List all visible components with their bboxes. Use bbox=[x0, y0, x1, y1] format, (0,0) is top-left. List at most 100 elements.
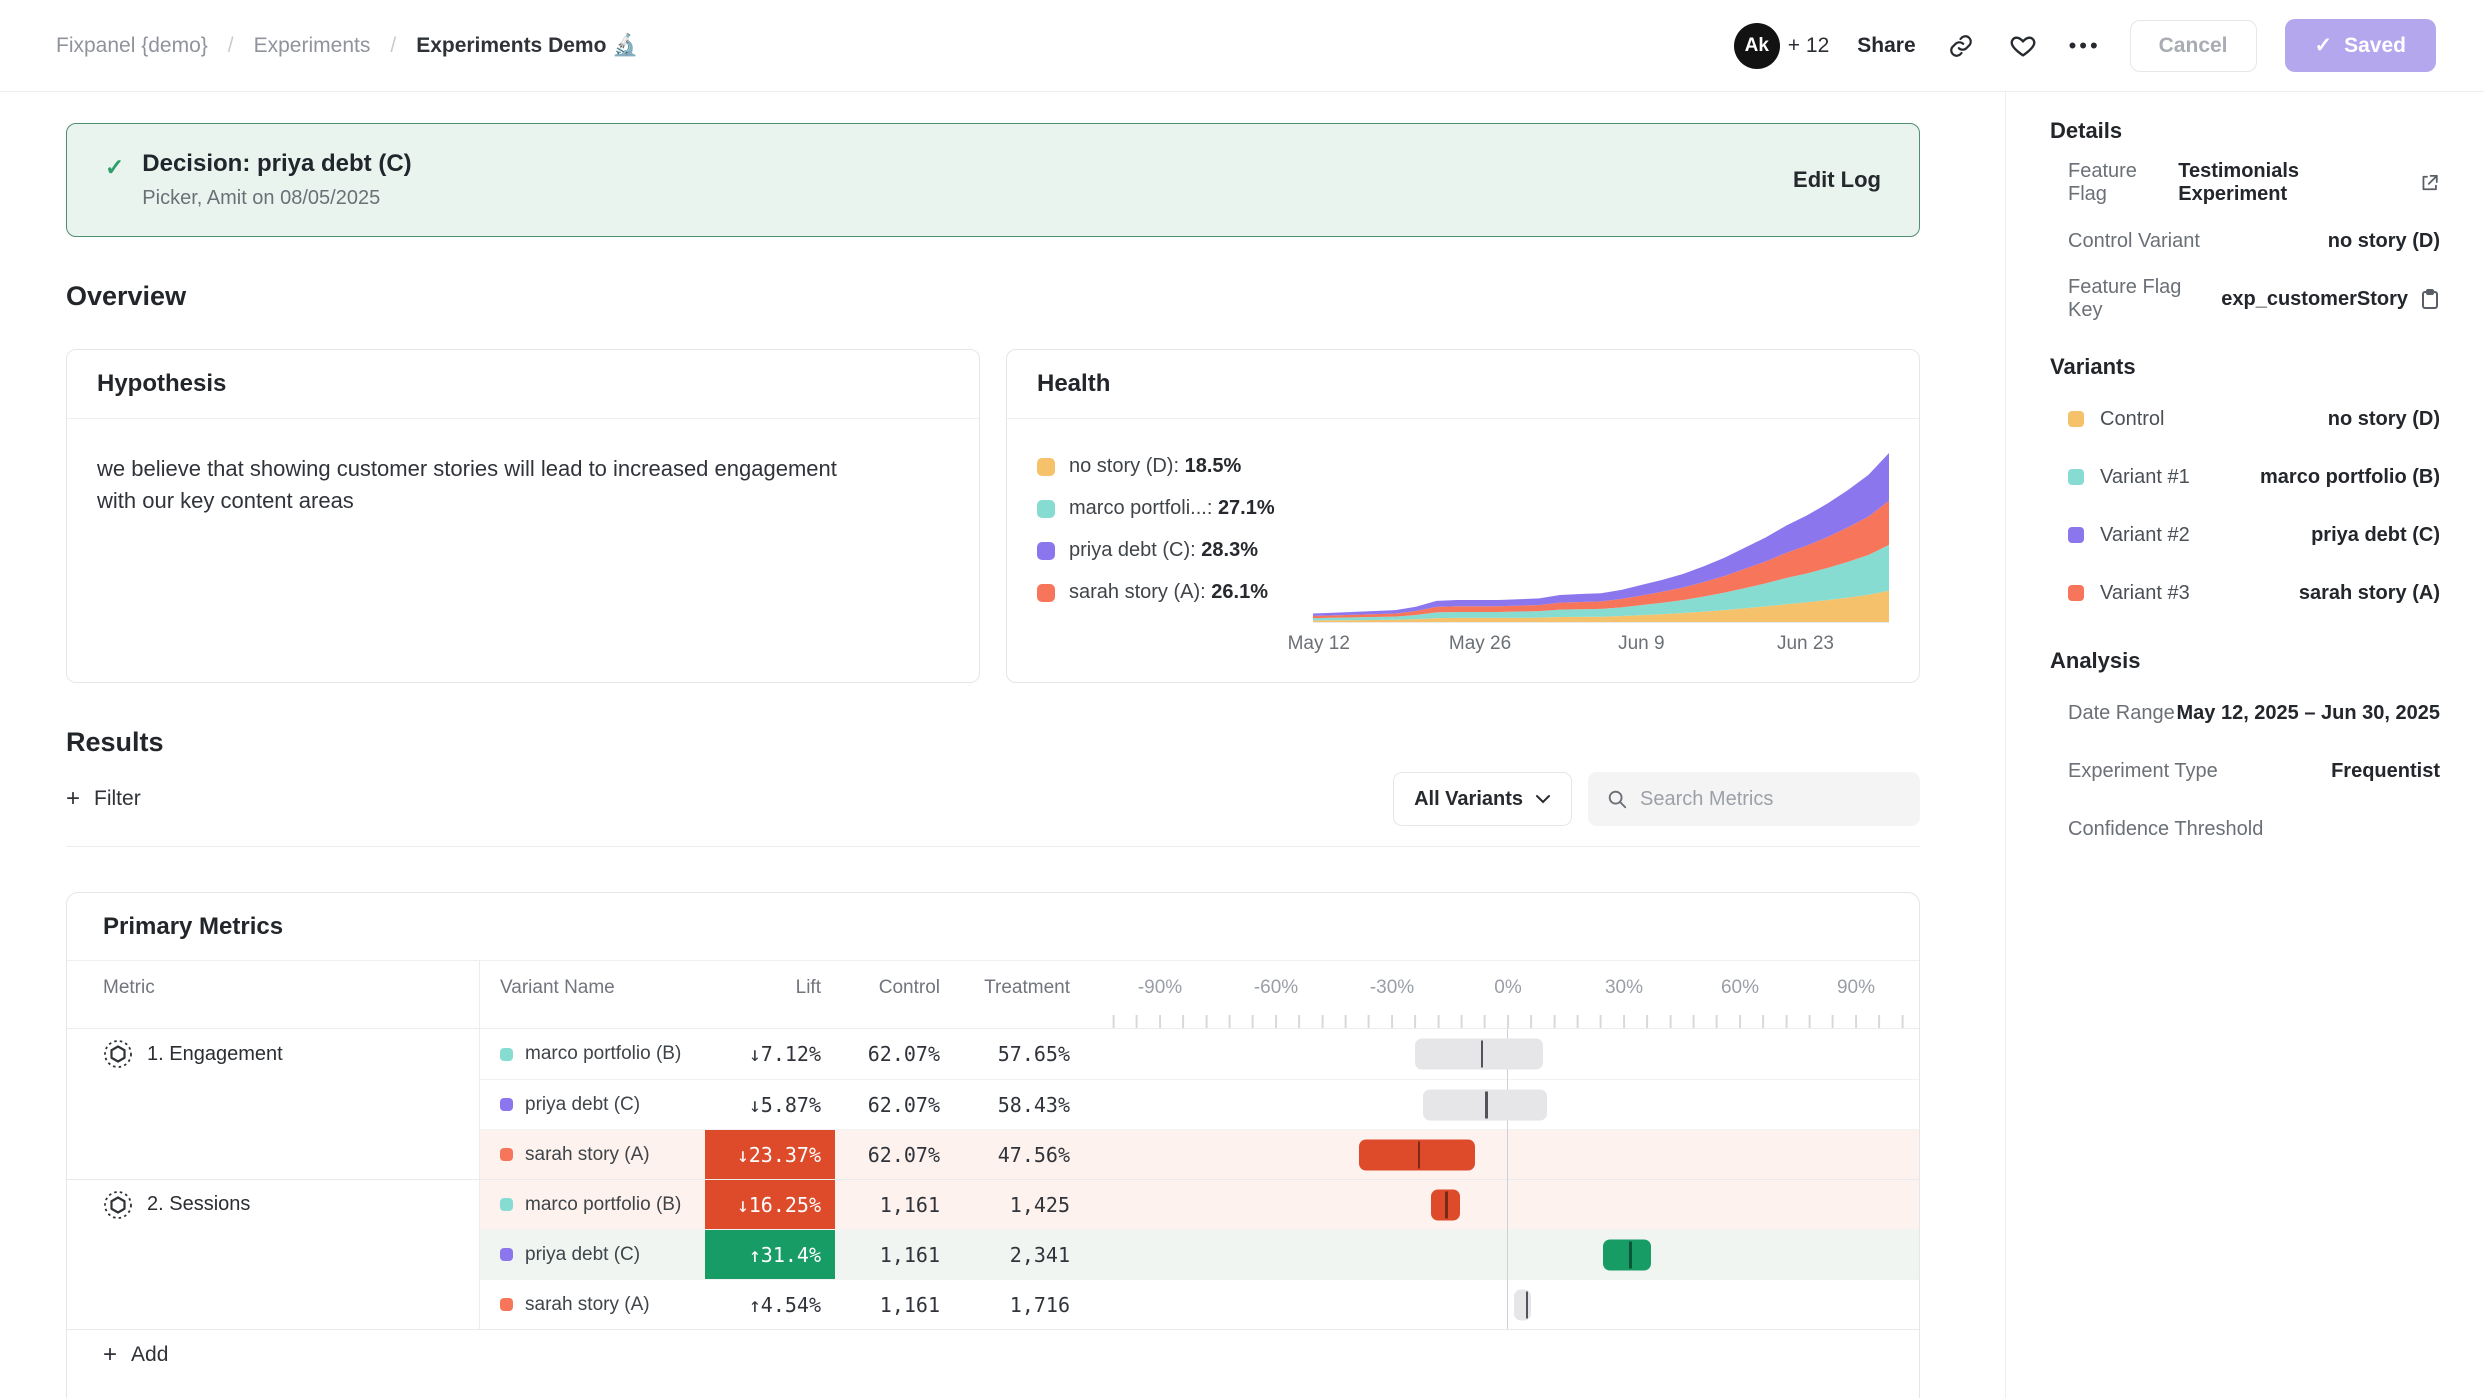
saved-button[interactable]: ✓ Saved bbox=[2285, 19, 2436, 72]
metrics-search[interactable] bbox=[1588, 772, 1920, 826]
legend-value: 27.1% bbox=[1218, 497, 1275, 519]
variant-cell: sarah story (A) bbox=[480, 1144, 705, 1166]
lift-value: ↑31.4% bbox=[705, 1230, 835, 1279]
axis-label: 30% bbox=[1605, 977, 1643, 999]
legend-label: marco portfoli...: 27.1% bbox=[1069, 497, 1275, 520]
top-bar: Fixpanel {demo} / Experiments / Experime… bbox=[0, 0, 2484, 92]
date-range-label: Date Range bbox=[2068, 702, 2175, 725]
external-link-icon[interactable] bbox=[2419, 172, 2440, 194]
feature-flag-key-label: Feature Flag Key bbox=[2068, 276, 2221, 322]
avatar[interactable]: Ak bbox=[1734, 23, 1780, 69]
decision-banner: ✓ Decision: priya debt (C) Picker, Amit … bbox=[66, 123, 1920, 237]
plus-icon: + bbox=[66, 785, 80, 813]
breadcrumb-experiments[interactable]: Experiments bbox=[254, 34, 371, 58]
variant-row-label: Variant #2 bbox=[2068, 524, 2190, 547]
health-title: Health bbox=[1037, 370, 1110, 398]
lift-point-marker bbox=[1418, 1141, 1421, 1168]
metric-cell bbox=[67, 1079, 479, 1129]
axis-label: -60% bbox=[1254, 977, 1298, 999]
hypothesis-card: Hypothesis we believe that showing custo… bbox=[66, 349, 980, 683]
feature-flag-row: Feature Flag Testimonials Experiment bbox=[2050, 154, 2440, 212]
metrics-table-body: 1. Engagement marco portfolio (B)↓7.12% 62… bbox=[67, 1029, 1919, 1329]
confidence-interval-cell bbox=[1108, 1130, 1919, 1179]
treatment-value: 2,341 bbox=[954, 1243, 1084, 1267]
primary-metrics-card: Primary Metrics Metric Variant Name Lift… bbox=[66, 892, 1920, 1398]
details-heading: Details bbox=[2050, 118, 2440, 144]
variant-row: Variant #2priya debt (C) bbox=[2050, 506, 2440, 564]
variant-name: priya debt (C) bbox=[525, 1244, 640, 1266]
variant-name: sarah story (A) bbox=[525, 1144, 650, 1166]
confidence-interval-bar bbox=[1514, 1289, 1531, 1320]
metric-table-row: sarah story (A)↓23.37%62.07%47.56% bbox=[67, 1129, 1919, 1179]
cancel-button[interactable]: Cancel bbox=[2130, 20, 2257, 72]
legend-swatch bbox=[1037, 500, 1055, 518]
metric-cell: 2. Sessions bbox=[67, 1180, 479, 1229]
control-value: 62.07% bbox=[835, 1143, 954, 1167]
variant-label: Variant #3 bbox=[2100, 582, 2190, 605]
filter-label: Filter bbox=[94, 787, 141, 811]
lift-value: ↓7.12% bbox=[705, 1029, 835, 1079]
health-x-axis: May 12May 26Jun 9Jun 23 bbox=[1313, 631, 1889, 665]
column-lift: Lift bbox=[705, 961, 835, 1028]
metric-name[interactable]: 2. Sessions bbox=[147, 1193, 250, 1216]
variant-color-swatch bbox=[2068, 469, 2084, 485]
legend-swatch bbox=[1037, 542, 1055, 560]
treatment-value: 57.65% bbox=[954, 1042, 1084, 1066]
variant-row: Variant #1marco portfolio (B) bbox=[2050, 448, 2440, 506]
breadcrumb-separator: / bbox=[228, 34, 234, 58]
collaborator-avatars[interactable]: Ak + 12 bbox=[1734, 23, 1829, 69]
add-metric-button[interactable]: + Add bbox=[67, 1329, 1919, 1379]
favorite-heart-icon[interactable] bbox=[2006, 29, 2040, 63]
metric-name[interactable]: 1. Engagement bbox=[147, 1043, 283, 1066]
feature-flag-link[interactable]: Testimonials Experiment bbox=[2178, 160, 2440, 206]
variant-color-dot bbox=[500, 1098, 513, 1111]
breadcrumb: Fixpanel {demo} / Experiments / Experime… bbox=[56, 34, 638, 58]
x-axis-tick-label: May 26 bbox=[1449, 633, 1511, 655]
variant-name: priya debt (C) bbox=[525, 1094, 640, 1116]
variant-label: Variant #2 bbox=[2100, 524, 2190, 547]
lift-value: ↓16.25% bbox=[705, 1180, 835, 1229]
saved-button-label: Saved bbox=[2344, 34, 2406, 58]
search-input[interactable] bbox=[1640, 788, 1890, 811]
feature-flag-key-row: Feature Flag Key exp_customerStory bbox=[2050, 270, 2440, 328]
copy-clipboard-icon[interactable] bbox=[2420, 288, 2440, 310]
details-sidebar: Details Feature Flag Testimonials Experi… bbox=[2005, 92, 2484, 1398]
copy-link-icon[interactable] bbox=[1944, 29, 1978, 63]
legend-item: sarah story (A): 26.1% bbox=[1037, 581, 1307, 604]
variants-dropdown[interactable]: All Variants bbox=[1393, 772, 1572, 826]
share-button[interactable]: Share bbox=[1857, 34, 1915, 58]
lift-point-marker bbox=[1485, 1091, 1488, 1118]
variants-dropdown-value: All Variants bbox=[1414, 788, 1523, 811]
date-range-value: May 12, 2025 – Jun 30, 2025 bbox=[2176, 702, 2440, 725]
variant-cell: sarah story (A) bbox=[480, 1294, 705, 1316]
confidence-threshold-row: Confidence Threshold bbox=[2050, 800, 2440, 858]
variant-label: Control bbox=[2100, 408, 2164, 431]
metric-table-row: 1. Engagementmarco portfolio (B)↓7.12%62… bbox=[67, 1029, 1919, 1079]
confidence-interval-cell bbox=[1108, 1180, 1919, 1229]
date-range-row: Date Range May 12, 2025 – Jun 30, 2025 bbox=[2050, 684, 2440, 742]
variant-cell: priya debt (C) bbox=[480, 1244, 705, 1266]
axis-label: -90% bbox=[1138, 977, 1182, 999]
confidence-interval-bar bbox=[1415, 1039, 1543, 1070]
edit-log-button[interactable]: Edit Log bbox=[1793, 167, 1881, 193]
column-variant-name: Variant Name bbox=[480, 961, 705, 1028]
variant-color-dot bbox=[500, 1198, 513, 1211]
legend-label: no story (D): 18.5% bbox=[1069, 455, 1241, 478]
plus-icon: + bbox=[103, 1341, 117, 1369]
feature-flag-label: Feature Flag bbox=[2068, 160, 2178, 206]
metric-cell bbox=[67, 1129, 479, 1179]
variant-color-dot bbox=[500, 1048, 513, 1061]
variant-row-label: Variant #3 bbox=[2068, 582, 2190, 605]
add-filter-button[interactable]: + Filter bbox=[66, 785, 141, 813]
variant-color-swatch bbox=[2068, 585, 2084, 601]
more-options-button[interactable]: ••• bbox=[2068, 29, 2102, 63]
metric-table-row: 2. Sessionsmarco portfolio (B)↓16.25%1,1… bbox=[67, 1179, 1919, 1229]
check-icon: ✓ bbox=[105, 154, 124, 181]
breadcrumb-project[interactable]: Fixpanel {demo} bbox=[56, 34, 208, 58]
variant-label: Variant #1 bbox=[2100, 466, 2190, 489]
variant-color-dot bbox=[500, 1148, 513, 1161]
legend-value: 26.1% bbox=[1211, 581, 1268, 603]
variant-cell: marco portfolio (B) bbox=[480, 1043, 705, 1065]
overview-heading: Overview bbox=[66, 281, 1920, 312]
legend-value: 18.5% bbox=[1185, 455, 1242, 477]
